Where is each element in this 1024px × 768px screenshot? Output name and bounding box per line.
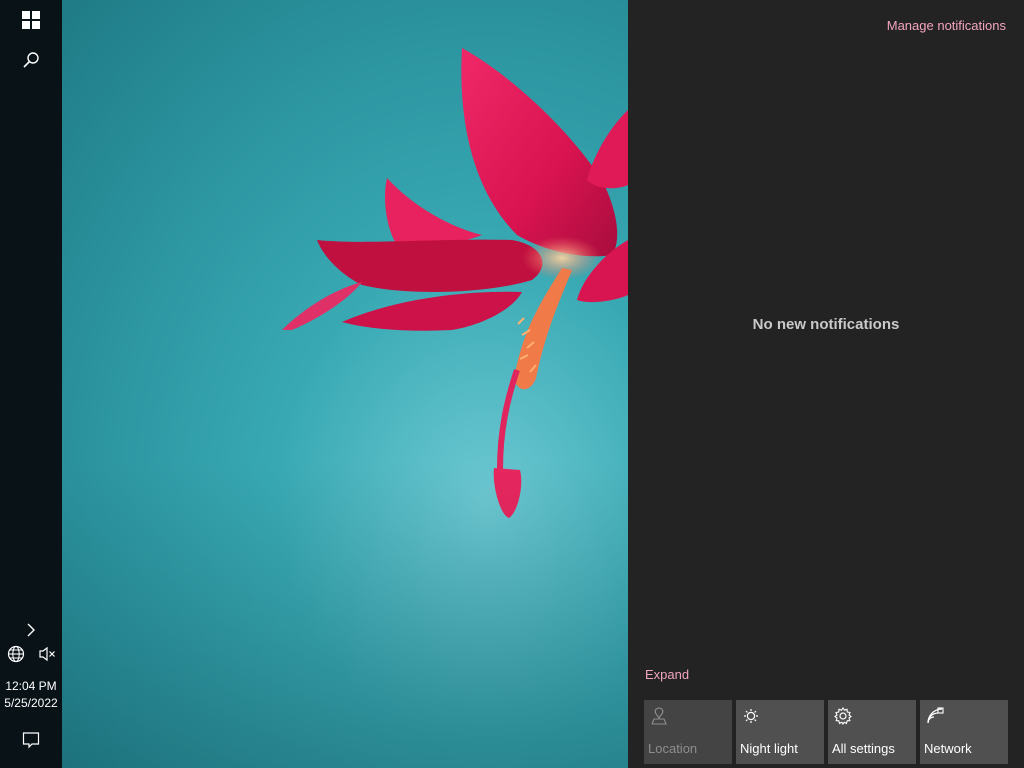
- night-light-icon: [744, 709, 758, 723]
- clock-date: 5/25/2022: [4, 696, 58, 710]
- network-icon: [927, 707, 944, 724]
- speech-bubble-icon: [22, 732, 40, 749]
- chevron-right-icon: [27, 623, 35, 637]
- search-button[interactable]: [0, 40, 62, 80]
- volume-tray-button[interactable]: [31, 642, 62, 666]
- location-icon: [651, 707, 667, 725]
- network-tray-button[interactable]: [0, 642, 31, 666]
- speaker-muted-icon: [38, 646, 55, 662]
- action-center-button[interactable]: [0, 720, 62, 760]
- quick-action-location[interactable]: Location: [644, 700, 732, 764]
- show-hidden-icons-button[interactable]: [0, 618, 62, 642]
- quick-action-network[interactable]: Network: [920, 700, 1008, 764]
- expand-link[interactable]: Expand: [645, 667, 689, 682]
- windows-logo-icon: [22, 11, 40, 29]
- globe-icon: [7, 645, 24, 663]
- quick-action-all-settings[interactable]: All settings: [828, 700, 916, 764]
- taskbar-clock[interactable]: 12:04 PM 5/25/2022: [0, 678, 62, 712]
- quick-action-night-light[interactable]: Night light: [736, 700, 824, 764]
- quick-action-label: Night light: [740, 741, 798, 756]
- manage-notifications-link[interactable]: Manage notifications: [887, 18, 1006, 33]
- quick-action-label: Location: [648, 741, 698, 756]
- action-center-panel: Manage notifications No new notification…: [628, 0, 1024, 768]
- desktop-wallpaper: [62, 0, 628, 768]
- gear-icon: [834, 707, 852, 725]
- quick-action-label: Network: [924, 741, 972, 756]
- start-button[interactable]: [0, 0, 62, 40]
- system-tray: [0, 642, 62, 666]
- clock-time: 12:04 PM: [5, 679, 57, 693]
- taskbar: 12:04 PM 5/25/2022: [0, 0, 62, 768]
- search-icon: [23, 52, 39, 68]
- flower-image: [282, 48, 628, 518]
- quick-action-label: All settings: [832, 741, 895, 756]
- quick-actions: Location Night light All settings Networ…: [644, 700, 1008, 764]
- no-notifications-message: No new notifications: [752, 316, 900, 333]
